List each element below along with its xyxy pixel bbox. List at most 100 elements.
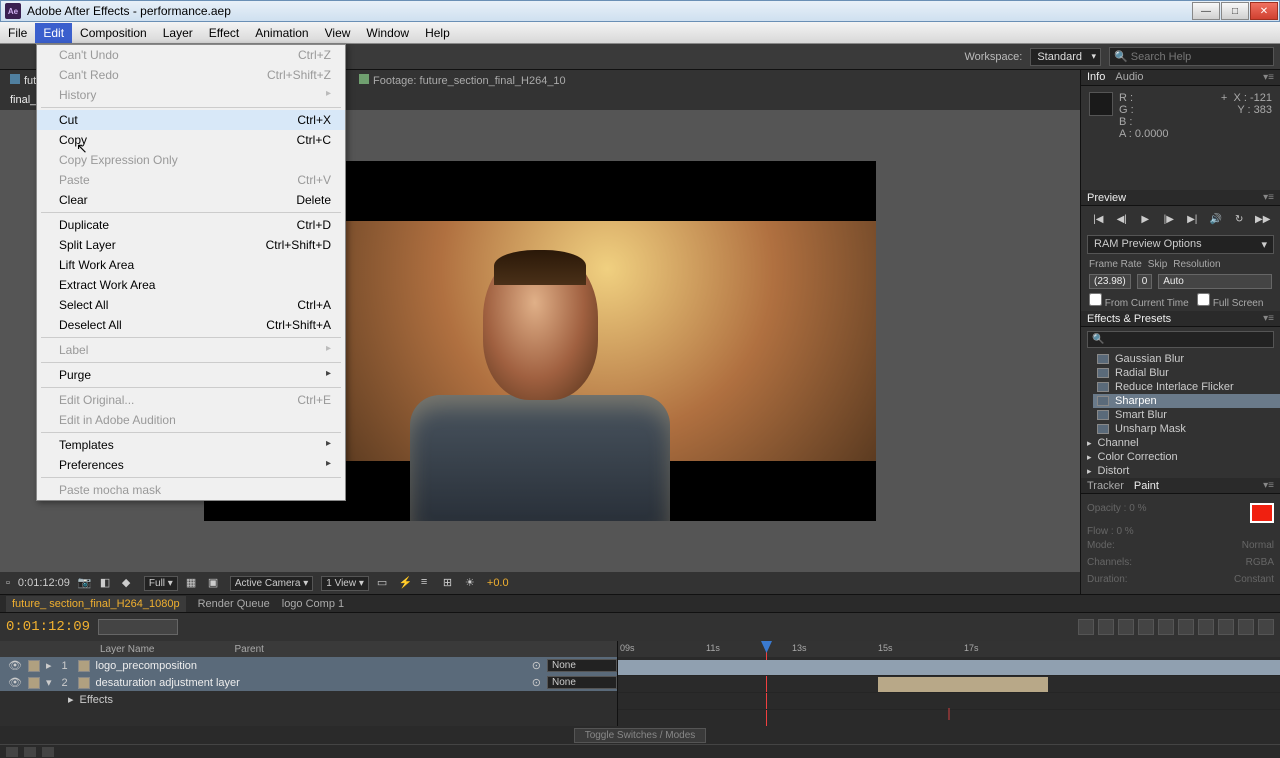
strip-icon-1[interactable] <box>6 747 18 757</box>
mask-icon[interactable]: ▣ <box>208 576 222 590</box>
play-button[interactable]: ▶ <box>1137 211 1153 227</box>
timeline-tab-render[interactable]: Render Queue <box>198 598 270 610</box>
paint-color-swatch[interactable] <box>1250 503 1274 523</box>
frame-rate-field[interactable]: (23.98) <box>1089 274 1131 289</box>
strip-icon-3[interactable] <box>42 747 54 757</box>
timeline-tab-comp[interactable]: future_ section_final_H264_1080p <box>6 596 186 612</box>
menu-item-lift-work-area[interactable]: Lift Work Area <box>37 255 345 275</box>
tab-effects-presets[interactable]: Effects & Presets <box>1087 313 1171 325</box>
menu-item-extract-work-area[interactable]: Extract Work Area <box>37 275 345 295</box>
effect-item-unsharp-mask[interactable]: Unsharp Mask <box>1093 422 1280 436</box>
timeline-timecode[interactable]: 0:01:12:09 <box>6 619 90 635</box>
tl-icon-1[interactable] <box>1078 619 1094 635</box>
minimize-button[interactable]: — <box>1192 2 1220 20</box>
effect-item-sharpen[interactable]: Sharpen <box>1093 394 1280 408</box>
viewer-tab-footage[interactable]: Footage: future_section_final_H264_10 <box>359 74 566 87</box>
menu-animation[interactable]: Animation <box>247 23 316 43</box>
snapshot-icon[interactable]: 📷 <box>78 576 92 590</box>
effects-search-input[interactable]: 🔍 <box>1087 331 1274 348</box>
menu-view[interactable]: View <box>317 23 359 43</box>
menu-item-cut[interactable]: CutCtrl+X <box>37 110 345 130</box>
menu-file[interactable]: File <box>0 23 35 43</box>
fast-preview-icon[interactable]: ⚡ <box>399 576 413 590</box>
menu-item-select-all[interactable]: Select AllCtrl+A <box>37 295 345 315</box>
effects-row[interactable]: ▸Effects <box>0 691 617 708</box>
ram-preview-button[interactable]: ▶▶ <box>1255 211 1271 227</box>
menu-layer[interactable]: Layer <box>155 23 201 43</box>
tl-icon-6[interactable] <box>1178 619 1194 635</box>
menu-window[interactable]: Window <box>358 23 417 43</box>
prev-frame-button[interactable]: ◀| <box>1114 211 1130 227</box>
timeline-ruler[interactable]: 09s 11s 13s 15s 17s <box>618 641 1280 657</box>
menu-item-deselect-all[interactable]: Deselect AllCtrl+Shift+A <box>37 315 345 335</box>
maximize-button[interactable]: □ <box>1221 2 1249 20</box>
timeline-tab-logo[interactable]: logo Comp 1 <box>282 598 344 610</box>
viewer-timecode[interactable]: 0:01:12:09 <box>18 577 70 589</box>
effect-item-smart-blur[interactable]: Smart Blur <box>1093 408 1280 422</box>
panel-menu-icon[interactable]: ▾≡ <box>1263 313 1274 324</box>
layer-row-2[interactable]: 👁 ▾2 desaturation adjustment layer ⊙None <box>0 674 617 691</box>
from-current-checkbox[interactable] <box>1089 293 1102 306</box>
next-frame-button[interactable]: |▶ <box>1161 211 1177 227</box>
panel-menu-icon[interactable]: ▾≡ <box>1263 192 1274 203</box>
toggle-switches-button[interactable]: Toggle Switches / Modes <box>574 728 707 743</box>
tab-info[interactable]: Info <box>1087 71 1105 83</box>
layer-row-1[interactable]: 👁 ▸1 logo_precomposition ⊙None <box>0 657 617 674</box>
channel-icon[interactable]: ◧ <box>100 576 114 590</box>
audio-button[interactable]: 🔊 <box>1208 211 1224 227</box>
tl-icon-8[interactable] <box>1218 619 1234 635</box>
menu-help[interactable]: Help <box>417 23 458 43</box>
resolution-icon[interactable]: ◆ <box>122 576 136 590</box>
menu-item-purge[interactable]: Purge <box>37 365 345 385</box>
effect-item-gaussian-blur[interactable]: Gaussian Blur <box>1093 352 1280 366</box>
magnification-icon[interactable]: ▫ <box>6 577 10 589</box>
views-dropdown[interactable]: 1 View ▾ <box>321 576 369 591</box>
tl-icon-5[interactable] <box>1158 619 1174 635</box>
parent-dropdown[interactable]: None <box>547 659 617 672</box>
panel-menu-icon[interactable]: ▾≡ <box>1263 72 1274 83</box>
menu-item-templates[interactable]: Templates <box>37 435 345 455</box>
tl-icon-9[interactable] <box>1238 619 1254 635</box>
tab-tracker[interactable]: Tracker <box>1087 480 1124 492</box>
camera-dropdown[interactable]: Active Camera ▾ <box>230 576 313 591</box>
zoom-dropdown[interactable]: Full ▾ <box>144 576 178 591</box>
first-frame-button[interactable]: |◀ <box>1090 211 1106 227</box>
close-button[interactable]: ✕ <box>1250 2 1278 20</box>
last-frame-button[interactable]: ▶| <box>1184 211 1200 227</box>
panel-menu-icon[interactable]: ▾≡ <box>1263 480 1274 491</box>
tab-audio[interactable]: Audio <box>1115 71 1143 83</box>
menu-item-clear[interactable]: ClearDelete <box>37 190 345 210</box>
tl-icon-2[interactable] <box>1098 619 1114 635</box>
menu-edit[interactable]: Edit <box>35 23 72 43</box>
tab-paint[interactable]: Paint <box>1134 480 1159 492</box>
timeline-search[interactable] <box>98 619 178 635</box>
effect-category-channel[interactable]: Channel <box>1083 436 1280 450</box>
tl-icon-10[interactable] <box>1258 619 1274 635</box>
comp-flowchart-icon[interactable]: ⊞ <box>443 576 457 590</box>
strip-icon-2[interactable] <box>24 747 36 757</box>
ram-preview-dropdown[interactable]: RAM Preview Options▾ <box>1087 235 1274 254</box>
tab-preview[interactable]: Preview <box>1087 192 1126 204</box>
grid-icon[interactable]: ▦ <box>186 576 200 590</box>
timeline-icon[interactable]: ≡ <box>421 576 435 590</box>
effect-category-color-correction[interactable]: Color Correction <box>1083 450 1280 464</box>
menu-item-duplicate[interactable]: DuplicateCtrl+D <box>37 215 345 235</box>
exposure-value[interactable]: +0.0 <box>487 577 509 589</box>
loop-button[interactable]: ↻ <box>1231 211 1247 227</box>
effect-category-distort[interactable]: Distort <box>1083 464 1280 478</box>
exposure-reset-icon[interactable]: ☀ <box>465 576 479 590</box>
menu-item-split-layer[interactable]: Split LayerCtrl+Shift+D <box>37 235 345 255</box>
tl-icon-3[interactable] <box>1118 619 1134 635</box>
full-screen-checkbox[interactable] <box>1197 293 1210 306</box>
menu-composition[interactable]: Composition <box>72 23 155 43</box>
effect-item-reduce-interlace-flicker[interactable]: Reduce Interlace Flicker <box>1093 380 1280 394</box>
search-help-input[interactable]: 🔍 Search Help <box>1109 47 1274 66</box>
parent-dropdown[interactable]: None <box>547 676 617 689</box>
pixel-aspect-icon[interactable]: ▭ <box>377 576 391 590</box>
effect-item-radial-blur[interactable]: Radial Blur <box>1093 366 1280 380</box>
tl-icon-7[interactable] <box>1198 619 1214 635</box>
skip-field[interactable]: 0 <box>1137 274 1153 289</box>
menu-item-preferences[interactable]: Preferences <box>37 455 345 475</box>
menu-effect[interactable]: Effect <box>201 23 247 43</box>
workspace-dropdown[interactable]: Standard <box>1030 48 1101 66</box>
